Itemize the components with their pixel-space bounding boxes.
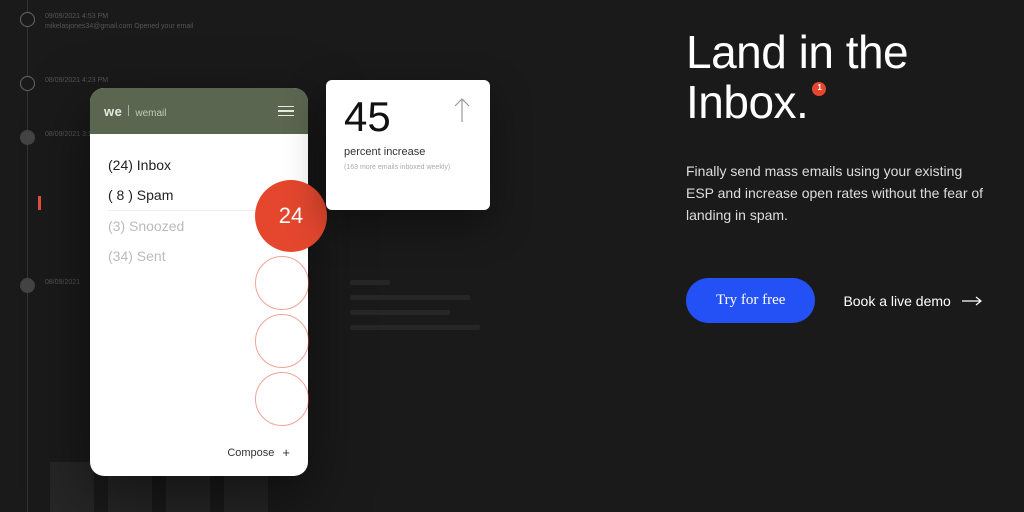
brand-separator (128, 105, 129, 116)
timeline-item: 08/09/2021 (20, 278, 80, 293)
ghost-line (350, 280, 390, 285)
folder-inbox[interactable]: (24) Inbox (108, 150, 290, 180)
ghost-bar (50, 462, 94, 512)
badge-circles: 24 (255, 180, 327, 430)
app-brand: we wemail (104, 104, 166, 119)
timeline-dot-icon (20, 130, 35, 145)
brand-name: wemail (135, 108, 166, 119)
headline-line-2: Inbox. (686, 76, 808, 128)
hero-subhead: Finally send mass emails using your exis… (686, 161, 986, 226)
ring-icon (255, 372, 309, 426)
timeline-dot-icon (20, 76, 35, 91)
ghost-line (350, 310, 450, 315)
timeline-dot-icon (20, 278, 35, 293)
app-header: we wemail (90, 88, 308, 134)
timeline-timestamp: 09/09/2021 4:53 PM (45, 12, 193, 22)
arrow-right-icon (961, 296, 983, 306)
timeline-event: mikelasjones34@gmail.com Opened your ema… (45, 22, 193, 32)
notification-badge-value: 1 (817, 84, 821, 93)
compose-button[interactable]: Compose + (90, 431, 308, 476)
book-demo-link[interactable]: Book a live demo (843, 293, 982, 309)
arrow-up-icon (452, 96, 472, 124)
brand-logo: we (104, 104, 122, 119)
stat-sublabel: (163 more emails inboxed weekly) (344, 164, 472, 171)
background-text-lines (350, 280, 480, 340)
ring-icon (255, 314, 309, 368)
headline-line-1: Land in the (686, 26, 908, 78)
timeline-timestamp: 08/09/2021 4:23 PM (45, 76, 108, 86)
menu-icon[interactable] (278, 106, 294, 117)
notification-badge: 1 (812, 82, 826, 96)
count-badge-value: 24 (279, 203, 303, 229)
timeline-item: 08/09/2021 4:23 PM (20, 76, 108, 91)
compose-label: Compose (227, 447, 274, 459)
timeline-current-marker (38, 196, 41, 210)
stat-card: 45 percent increase (163 more emails inb… (326, 80, 490, 210)
book-demo-label: Book a live demo (843, 293, 950, 309)
try-free-button[interactable]: Try for free (686, 278, 815, 323)
stat-number: 45 (344, 96, 391, 138)
ghost-line (350, 295, 470, 300)
stat-label: percent increase (344, 146, 472, 158)
plus-icon: + (282, 445, 290, 460)
hero-content: Land in the Inbox. 1 Finally send mass e… (686, 28, 994, 323)
timeline-item: 09/09/2021 4:53 PM mikelasjones34@gmail.… (20, 12, 193, 32)
count-badge: 24 (255, 180, 327, 252)
cta-row: Try for free Book a live demo (686, 278, 994, 323)
ring-icon (255, 256, 309, 310)
ghost-line (350, 325, 480, 330)
timeline-dot-icon (20, 12, 35, 27)
page-title: Land in the Inbox. 1 (686, 28, 994, 127)
timeline-timestamp: 08/09/2021 (45, 278, 80, 288)
